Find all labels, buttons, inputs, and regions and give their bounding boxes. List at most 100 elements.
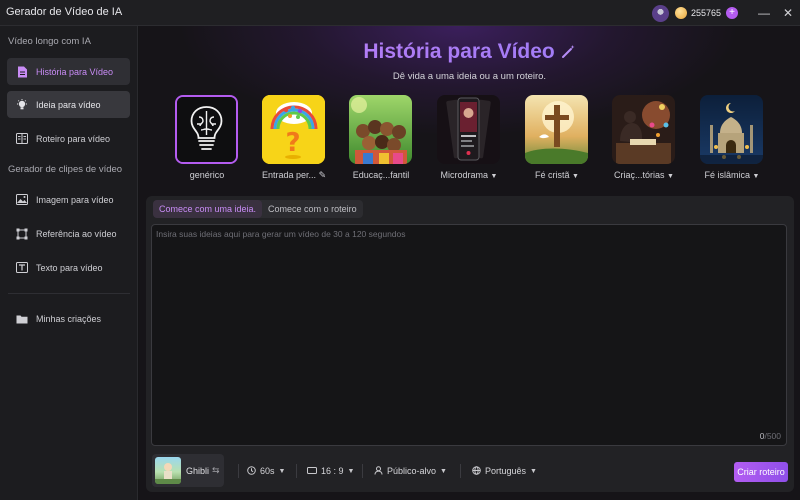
edit-icon[interactable]: ✎ — [319, 170, 327, 180]
question-mark-illustration-icon: ? — [262, 95, 325, 164]
idea-input[interactable] — [152, 225, 786, 445]
audience-value: Público-alvo — [387, 466, 437, 476]
phone-drama-icon — [437, 95, 500, 164]
create-script-button[interactable]: Criar roteiro — [734, 462, 788, 482]
template-label: Microdrama ▼ — [437, 170, 501, 180]
template-label: Entrada per... ✎ — [262, 170, 326, 181]
language-dropdown[interactable]: Português ▼ — [472, 462, 537, 480]
template-label: Criaç...tórias ▼ — [612, 170, 676, 180]
chevron-down-icon[interactable]: ▼ — [667, 173, 674, 180]
magic-wand-icon — [561, 40, 576, 63]
minimize-button[interactable]: — — [752, 0, 776, 26]
aspect-ratio-icon — [307, 466, 317, 476]
divider — [238, 464, 239, 478]
image-icon — [16, 194, 28, 206]
style-name: Ghibli — [186, 465, 210, 476]
template-label-text: Fé islâmica — [704, 170, 751, 180]
sidebar: Vídeo longo com IA História para Vídeo I… — [0, 26, 138, 500]
template-kids-education[interactable]: Educaç...fantil — [349, 95, 413, 180]
credits-count: 255765 — [690, 8, 721, 18]
template-thumb — [612, 95, 675, 164]
chevron-down-icon[interactable]: ▼ — [753, 173, 760, 180]
template-custom-input[interactable]: ? Entrada per... ✎ — [262, 95, 326, 181]
reference-icon — [16, 228, 28, 240]
sidebar-item-label: História para Vídeo — [36, 66, 114, 77]
template-label: Educaç...fantil — [352, 170, 410, 180]
aspect-ratio-dropdown[interactable]: 16 : 9 ▼ — [307, 462, 354, 480]
coin-icon — [674, 7, 687, 19]
sidebar-item-my-creations[interactable]: Minhas criações — [7, 305, 130, 332]
language-value: Português — [485, 466, 527, 476]
aspect-ratio-value: 16 : 9 — [321, 466, 344, 476]
sidebar-item-label: Minhas criações — [36, 313, 102, 324]
add-credits-button[interactable]: + — [726, 7, 738, 19]
avatar[interactable] — [651, 4, 669, 22]
sidebar-item-label: Imagem para vídeo — [36, 194, 114, 205]
sidebar-item-label: Texto para vídeo — [36, 262, 103, 273]
idea-input-box: 0/500 — [151, 224, 787, 446]
svg-text:?: ? — [285, 128, 300, 158]
close-button[interactable]: ✕ — [776, 0, 800, 26]
divider — [460, 464, 461, 478]
storyteller-illustration-icon — [612, 95, 675, 164]
audience-dropdown[interactable]: Público-alvo ▼ — [374, 462, 447, 480]
template-thumb — [700, 95, 763, 164]
style-selector[interactable]: Ghibli ⇆ — [152, 454, 224, 487]
cross-icon — [525, 95, 588, 164]
sidebar-item-label: Roteiro para vídeo — [36, 133, 111, 144]
sidebar-item-reference-to-video[interactable]: Referência ao vídeo — [7, 220, 130, 247]
chevron-down-icon[interactable]: ▼ — [572, 173, 579, 180]
chevron-down-icon: ▼ — [530, 467, 537, 475]
globe-icon — [472, 465, 481, 477]
divider — [362, 464, 363, 478]
template-islamic-faith[interactable]: Fé islâmica ▼ — [700, 95, 764, 180]
chevron-down-icon[interactable]: ▼ — [491, 173, 498, 180]
title-bar-controls: 255765 + — ✕ — [651, 0, 800, 26]
sidebar-item-label: Ideia para vídeo — [36, 99, 101, 110]
tab-start-with-script[interactable]: Comece com o roteiro — [262, 200, 363, 218]
template-label-text: Entrada per... — [262, 170, 317, 180]
lightbulb-icon — [16, 98, 28, 111]
sidebar-item-image-to-video[interactable]: Imagem para vídeo — [7, 186, 130, 213]
title-bar: Gerador de Vídeo de IA 255765 + — ✕ — [0, 0, 800, 26]
duration-dropdown[interactable]: 60s ▼ — [247, 462, 285, 480]
document-icon — [16, 66, 28, 78]
brain-bulb-icon — [177, 97, 236, 162]
template-thumb: ? — [262, 95, 325, 164]
divider — [296, 464, 297, 478]
template-generic[interactable]: genérico — [175, 95, 239, 180]
chevron-down-icon: ▼ — [347, 467, 355, 475]
sidebar-item-text-to-video[interactable]: Texto para vídeo — [7, 254, 130, 281]
page-subtitle: Dê vida a uma ideia ou a um roteiro. — [392, 71, 547, 82]
sidebar-divider — [8, 293, 130, 294]
chevron-down-icon: ▼ — [278, 467, 286, 475]
main-content: História para Vídeo Dê vida a uma ideia … — [139, 26, 800, 500]
template-label-text: Criaç...tórias — [614, 170, 665, 180]
sidebar-item-script-to-video[interactable]: Roteiro para vídeo — [7, 125, 130, 152]
template-label: Fé cristã ▼ — [525, 170, 589, 180]
template-microdrama[interactable]: Microdrama ▼ — [437, 95, 501, 180]
template-thumb — [525, 95, 588, 164]
template-thumb — [349, 95, 412, 164]
sidebar-item-story-to-video[interactable]: História para Vídeo — [7, 58, 130, 85]
template-label-text: Fé cristã — [535, 170, 570, 180]
swap-icon: ⇆ — [212, 465, 220, 475]
sidebar-item-label: Referência ao vídeo — [36, 228, 117, 239]
mosque-icon — [700, 95, 763, 164]
options-bar: Ghibli ⇆ 60s ▼ 16 : 9 ▼ Público-alvo ▼ P… — [146, 450, 794, 490]
sidebar-item-idea-to-video[interactable]: Ideia para vídeo — [7, 91, 130, 118]
template-label: genérico — [189, 170, 225, 180]
template-christian-faith[interactable]: Fé cristã ▼ — [525, 95, 589, 180]
template-thumb — [175, 95, 238, 164]
template-story-creation[interactable]: Criaç...tórias ▼ — [612, 95, 676, 180]
ghibli-preview-icon — [155, 463, 181, 484]
script-icon — [16, 133, 28, 145]
chevron-down-icon: ▼ — [440, 467, 447, 475]
app-title: Gerador de Vídeo de IA — [6, 6, 123, 18]
tab-start-with-idea[interactable]: Comece com uma ideia. — [153, 200, 263, 218]
page-title-text: História para Vídeo — [363, 40, 555, 63]
char-counter: 0/500 — [760, 431, 781, 441]
input-mode-tabs: Comece com uma ideia. Comece com o rotei… — [153, 200, 363, 218]
input-panel: Comece com uma ideia. Comece com o rotei… — [146, 196, 794, 492]
style-thumb — [155, 457, 181, 484]
